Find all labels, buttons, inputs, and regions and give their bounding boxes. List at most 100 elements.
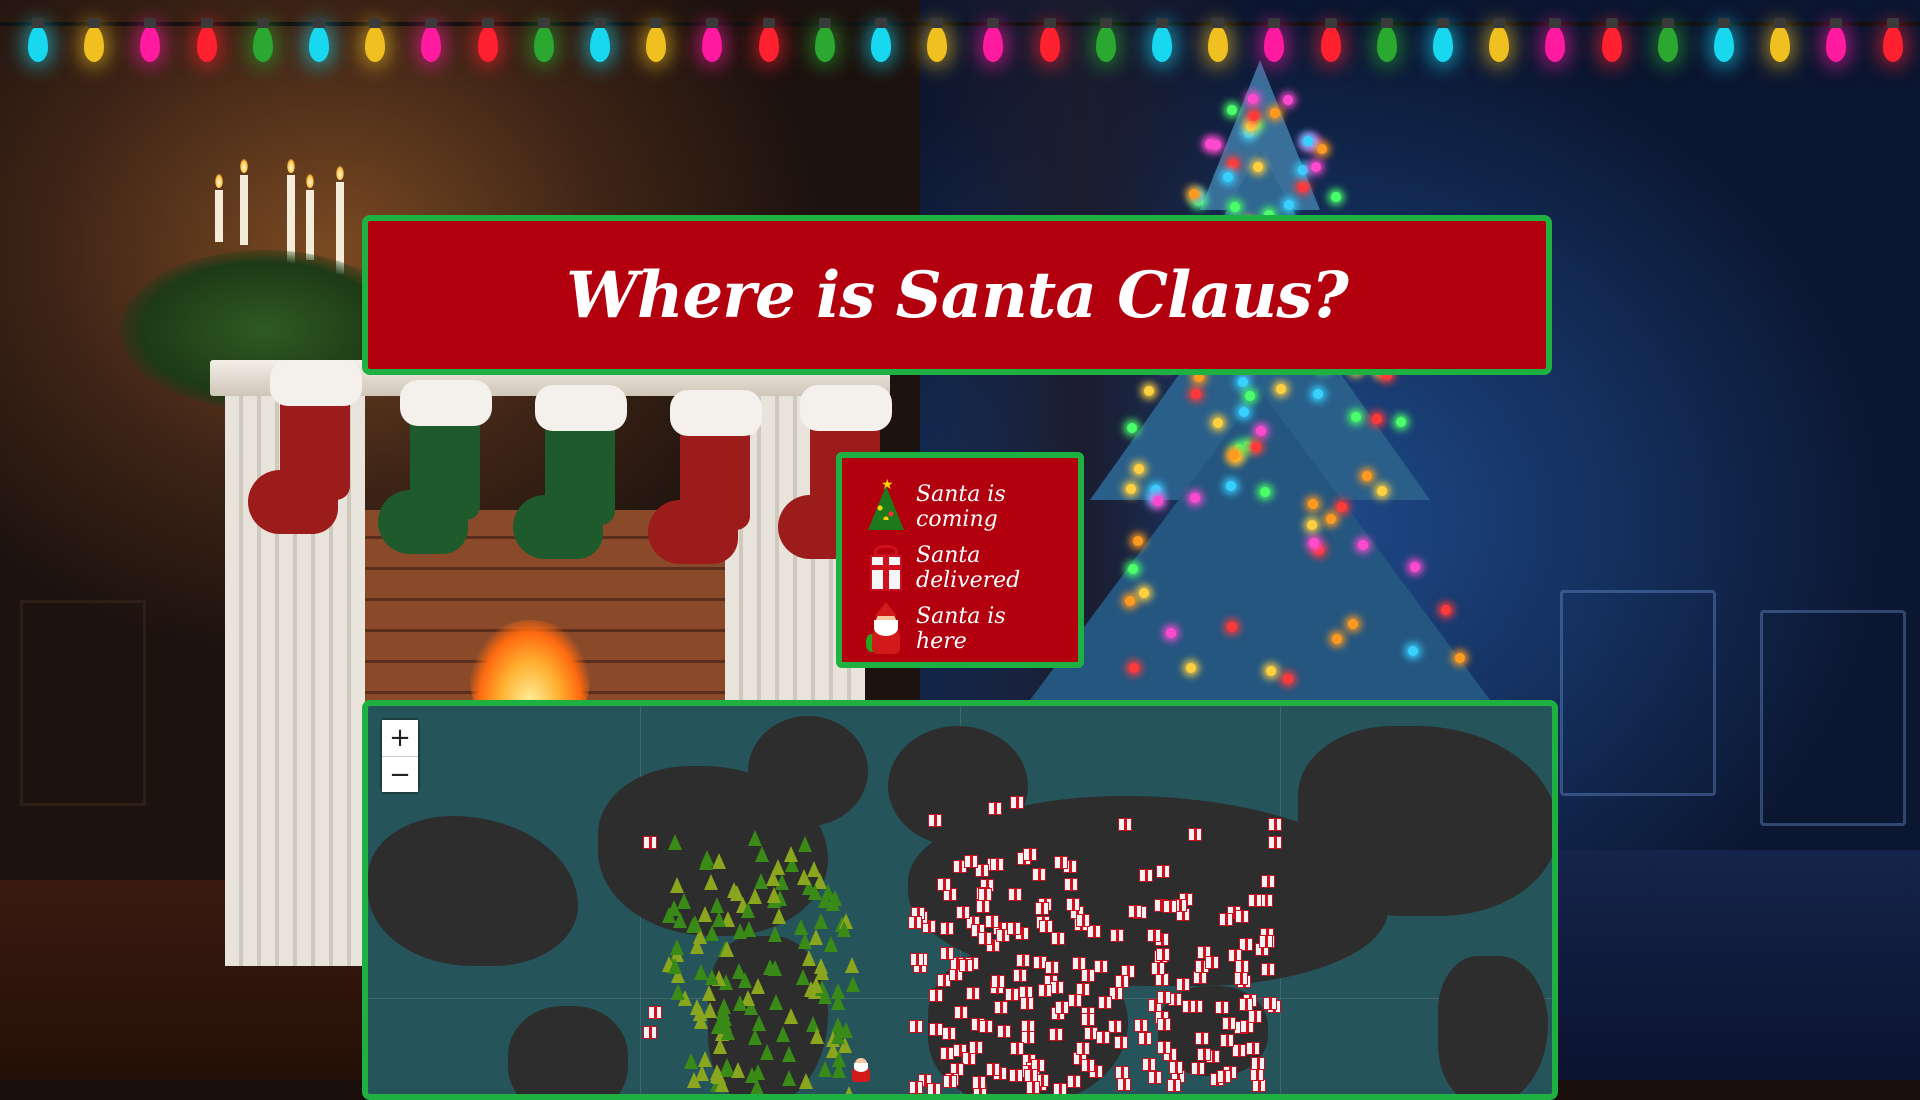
gift-icon[interactable] xyxy=(1066,898,1080,911)
christmas-tree-icon[interactable] xyxy=(733,995,747,1011)
gift-icon[interactable] xyxy=(1053,1083,1067,1096)
christmas-tree-icon[interactable] xyxy=(766,870,780,886)
gift-icon[interactable] xyxy=(1049,1028,1063,1041)
zoom-out-button[interactable]: − xyxy=(382,756,418,792)
christmas-tree-icon[interactable] xyxy=(782,1070,796,1086)
gift-icon[interactable] xyxy=(969,1041,983,1054)
gift-icon[interactable] xyxy=(990,858,1004,871)
gift-icon[interactable] xyxy=(1045,961,1059,974)
gift-icon[interactable] xyxy=(943,1075,957,1088)
christmas-tree-icon[interactable] xyxy=(763,959,777,975)
christmas-tree-icon[interactable] xyxy=(799,1073,813,1089)
gift-icon[interactable] xyxy=(1108,1020,1122,1033)
gift-icon[interactable] xyxy=(1215,1001,1229,1014)
gift-icon[interactable] xyxy=(1039,920,1053,933)
gift-icon[interactable] xyxy=(1217,1070,1231,1083)
gift-icon[interactable] xyxy=(1148,1071,1162,1084)
gift-icon[interactable] xyxy=(1167,1079,1181,1092)
gift-icon[interactable] xyxy=(1235,910,1249,923)
gift-icon[interactable] xyxy=(1010,796,1024,809)
christmas-tree-icon[interactable] xyxy=(818,988,832,1004)
gift-icon[interactable] xyxy=(959,959,973,972)
christmas-tree-icon[interactable] xyxy=(670,939,684,955)
gift-icon[interactable] xyxy=(1096,1031,1110,1044)
gift-icon[interactable] xyxy=(1067,1075,1081,1088)
christmas-tree-icon[interactable] xyxy=(727,882,741,898)
gift-icon[interactable] xyxy=(1182,1000,1196,1013)
gift-icon[interactable] xyxy=(991,975,1005,988)
gift-icon[interactable] xyxy=(1248,1010,1262,1023)
gift-icon[interactable] xyxy=(908,916,922,929)
gift-icon[interactable] xyxy=(966,987,980,1000)
gift-icon[interactable] xyxy=(1007,922,1021,935)
gift-icon[interactable] xyxy=(1051,932,1065,945)
christmas-tree-icon[interactable] xyxy=(684,1053,698,1069)
gift-icon[interactable] xyxy=(1013,969,1027,982)
gift-icon[interactable] xyxy=(976,900,990,913)
gift-icon[interactable] xyxy=(929,1023,943,1036)
gift-icon[interactable] xyxy=(985,915,999,928)
christmas-tree-icon[interactable] xyxy=(752,1015,766,1031)
christmas-tree-icon[interactable] xyxy=(767,887,781,903)
christmas-tree-icon[interactable] xyxy=(732,963,746,979)
gift-icon[interactable] xyxy=(956,906,970,919)
gift-icon[interactable] xyxy=(928,814,942,827)
gift-icon[interactable] xyxy=(1157,1041,1171,1054)
gift-icon[interactable] xyxy=(1035,902,1049,915)
gift-icon[interactable] xyxy=(910,953,924,966)
gift-icon[interactable] xyxy=(1151,962,1165,975)
gift-icon[interactable] xyxy=(964,855,978,868)
gift-icon[interactable] xyxy=(1098,996,1112,1009)
gift-icon[interactable] xyxy=(1110,929,1124,942)
gift-icon[interactable] xyxy=(1114,1036,1128,1049)
christmas-tree-icon[interactable] xyxy=(837,921,851,937)
christmas-tree-icon[interactable] xyxy=(784,1008,798,1024)
gift-icon[interactable] xyxy=(1268,836,1282,849)
gift-icon[interactable] xyxy=(1115,975,1129,988)
gift-icon[interactable] xyxy=(909,1020,923,1033)
gift-icon[interactable] xyxy=(1055,1001,1069,1014)
christmas-tree-icon[interactable] xyxy=(702,985,716,1001)
zoom-in-button[interactable]: + xyxy=(382,720,418,756)
gift-icon[interactable] xyxy=(1220,1034,1234,1047)
gift-icon[interactable] xyxy=(1188,828,1202,841)
christmas-tree-icon[interactable] xyxy=(741,902,755,918)
gift-icon[interactable] xyxy=(988,802,1002,815)
gift-icon[interactable] xyxy=(1032,868,1046,881)
gift-icon[interactable] xyxy=(997,1025,1011,1038)
gift-icon[interactable] xyxy=(1157,991,1171,1004)
christmas-tree-icon[interactable] xyxy=(710,897,724,913)
christmas-tree-icon[interactable] xyxy=(668,834,682,850)
gift-icon[interactable] xyxy=(1259,935,1273,948)
gift-icon[interactable] xyxy=(1268,818,1282,831)
gift-icon[interactable] xyxy=(1068,994,1082,1007)
gift-icon[interactable] xyxy=(1076,1042,1090,1055)
gift-icon[interactable] xyxy=(940,947,954,960)
gift-icon[interactable] xyxy=(1142,1058,1156,1071)
gift-icon[interactable] xyxy=(1081,1013,1095,1026)
gift-icon[interactable] xyxy=(1064,878,1078,891)
christmas-tree-icon[interactable] xyxy=(809,929,823,945)
christmas-tree-icon[interactable] xyxy=(810,1028,824,1044)
gift-icon[interactable] xyxy=(954,1006,968,1019)
gift-icon[interactable] xyxy=(1251,1057,1265,1070)
christmas-tree-icon[interactable] xyxy=(769,994,783,1010)
gift-icon[interactable] xyxy=(1248,894,1262,907)
christmas-tree-icon[interactable] xyxy=(839,1022,853,1038)
christmas-tree-icon[interactable] xyxy=(782,1046,796,1062)
gift-icon[interactable] xyxy=(1219,913,1233,926)
christmas-tree-icon[interactable] xyxy=(760,1044,774,1060)
gift-icon[interactable] xyxy=(1156,948,1170,961)
gift-icon[interactable] xyxy=(1038,984,1052,997)
gift-icon[interactable] xyxy=(1020,997,1034,1010)
christmas-tree-icon[interactable] xyxy=(832,1062,846,1078)
christmas-tree-icon[interactable] xyxy=(720,941,734,957)
christmas-tree-icon[interactable] xyxy=(705,925,719,941)
gift-icon[interactable] xyxy=(1239,998,1253,1011)
gift-icon[interactable] xyxy=(1263,997,1277,1010)
gift-icon[interactable] xyxy=(1163,900,1177,913)
christmas-tree-icon[interactable] xyxy=(842,1086,856,1100)
christmas-tree-icon[interactable] xyxy=(710,1064,724,1080)
christmas-tree-icon[interactable] xyxy=(733,923,747,939)
christmas-tree-icon[interactable] xyxy=(826,895,840,911)
